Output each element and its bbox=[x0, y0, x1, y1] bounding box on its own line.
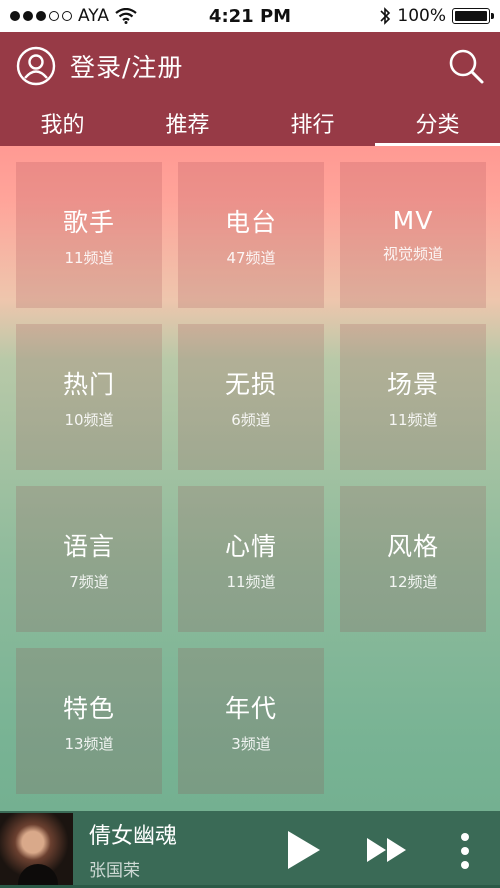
tab-category[interactable]: 分类 bbox=[375, 100, 500, 146]
category-tile-mood[interactable]: 心情 11频道 bbox=[178, 486, 324, 632]
tab-label: 分类 bbox=[415, 113, 460, 138]
category-title: 歌手 bbox=[62, 207, 115, 237]
category-tile-singer[interactable]: 歌手 11频道 bbox=[16, 162, 162, 308]
category-title: 风格 bbox=[386, 531, 439, 561]
wifi-icon bbox=[115, 8, 137, 24]
tab-ranking[interactable]: 排行 bbox=[250, 100, 375, 146]
category-tile-scene[interactable]: 场景 11频道 bbox=[340, 324, 486, 470]
track-info[interactable]: 倩女幽魂 张国荣 bbox=[89, 818, 177, 881]
category-title: 无损 bbox=[224, 369, 277, 399]
category-title: 特色 bbox=[62, 693, 115, 723]
category-tile-language[interactable]: 语言 7频道 bbox=[16, 486, 162, 632]
more-vertical-icon[interactable] bbox=[458, 831, 472, 871]
category-grid: 歌手 11频道 电台 47频道 MV 视觉频道 热门 10频道 无损 6频道 场… bbox=[16, 162, 486, 794]
category-subtitle: 11频道 bbox=[226, 572, 276, 591]
signal-dot bbox=[62, 11, 72, 21]
battery-icon bbox=[452, 8, 494, 24]
mini-player[interactable]: 倩女幽魂 张国荣 bbox=[0, 811, 500, 888]
status-left: AYA bbox=[10, 6, 137, 26]
status-bar: AYA 4:21 PM 100% bbox=[0, 0, 500, 32]
category-subtitle: 10频道 bbox=[64, 410, 114, 429]
category-subtitle: 6频道 bbox=[231, 410, 271, 429]
tab-label: 排行 bbox=[290, 113, 335, 138]
category-tile-mv[interactable]: MV 视觉频道 bbox=[340, 162, 486, 308]
status-right: 100% bbox=[379, 6, 494, 26]
category-subtitle: 视觉频道 bbox=[382, 245, 443, 263]
category-title: 热门 bbox=[62, 369, 115, 399]
tab-mine[interactable]: 我的 bbox=[0, 100, 125, 146]
category-subtitle: 12频道 bbox=[388, 572, 438, 591]
tab-recommend[interactable]: 推荐 bbox=[125, 100, 250, 146]
category-subtitle: 7频道 bbox=[69, 572, 109, 591]
album-cover[interactable] bbox=[0, 813, 73, 886]
battery-percent: 100% bbox=[397, 6, 446, 26]
category-title: 语言 bbox=[62, 531, 115, 561]
header-top: 登录/注册 bbox=[0, 32, 500, 100]
category-title: 电台 bbox=[224, 207, 277, 237]
signal-dot bbox=[10, 11, 20, 21]
category-subtitle: 11频道 bbox=[388, 410, 438, 429]
category-title: MV bbox=[392, 206, 434, 235]
tab-label: 我的 bbox=[40, 113, 85, 138]
bluetooth-icon bbox=[380, 7, 391, 25]
signal-dot bbox=[36, 11, 46, 21]
category-title: 心情 bbox=[224, 531, 277, 561]
category-tile-era[interactable]: 年代 3频道 bbox=[178, 648, 324, 794]
signal-strength-icon bbox=[10, 11, 72, 21]
signal-dot bbox=[23, 11, 33, 21]
category-tile-lossless[interactable]: 无损 6频道 bbox=[178, 324, 324, 470]
category-subtitle: 47频道 bbox=[226, 248, 276, 267]
category-tile-radio[interactable]: 电台 47频道 bbox=[178, 162, 324, 308]
track-artist: 张国荣 bbox=[89, 861, 140, 881]
category-title: 年代 bbox=[224, 693, 277, 723]
category-title: 场景 bbox=[386, 369, 439, 399]
signal-dot bbox=[49, 11, 59, 21]
category-subtitle: 13频道 bbox=[64, 734, 114, 753]
tab-label: 推荐 bbox=[165, 113, 210, 138]
play-icon[interactable] bbox=[286, 829, 322, 871]
category-tile-style[interactable]: 风格 12频道 bbox=[340, 486, 486, 632]
user-circle-icon[interactable] bbox=[16, 46, 56, 86]
battery-fill bbox=[455, 11, 487, 21]
tab-bar: 我的 推荐 排行 分类 bbox=[0, 100, 500, 146]
next-icon[interactable] bbox=[366, 837, 408, 863]
category-tile-featured[interactable]: 特色 13频道 bbox=[16, 648, 162, 794]
category-tile-hot[interactable]: 热门 10频道 bbox=[16, 324, 162, 470]
app-header: 登录/注册 我的 推荐 排行 分类 bbox=[0, 32, 500, 146]
category-subtitle: 11频道 bbox=[64, 248, 114, 267]
category-subtitle: 3频道 bbox=[231, 734, 271, 753]
carrier-name: AYA bbox=[78, 6, 110, 26]
search-icon[interactable] bbox=[446, 46, 486, 86]
track-title: 倩女幽魂 bbox=[89, 824, 178, 849]
login-register-link[interactable]: 登录/注册 bbox=[70, 48, 183, 84]
